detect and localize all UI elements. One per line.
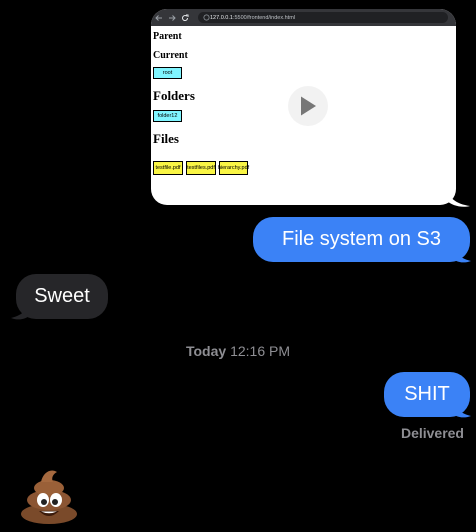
sent-message-bubble[interactable]: File system on S3 [253,217,470,262]
play-button[interactable] [288,86,328,126]
folders-heading: Folders [153,88,195,103]
folder-item-box: folder12 [153,110,182,122]
back-arrow-icon [155,14,163,22]
delivery-status: Delivered [400,425,464,441]
reload-icon [181,14,189,22]
file-box: testfiles.pdf [186,161,216,175]
info-icon [202,14,210,22]
files-heading: Files [153,131,179,146]
file-box: testfile.pdf [153,161,183,175]
current-item-box: root [153,67,182,79]
browser-toolbar: 127.0.0.1:5500/frontend/index.html [151,9,456,26]
received-message-bubble[interactable]: Sweet [16,274,108,319]
poop-emoji-icon[interactable] [19,466,79,524]
address-bar: 127.0.0.1:5500/frontend/index.html [198,12,448,23]
sent-message-bubble[interactable]: SHIT [384,372,470,417]
parent-heading: Parent [153,31,182,42]
forward-arrow-icon [168,14,176,22]
current-heading: Current [153,50,188,61]
url-text: 127.0.0.1:5500/frontend/index.html [210,14,296,21]
file-box: hierarchy.pdf [218,161,249,175]
timestamp: Today 12:16 PM [185,343,291,359]
play-icon [301,96,316,116]
